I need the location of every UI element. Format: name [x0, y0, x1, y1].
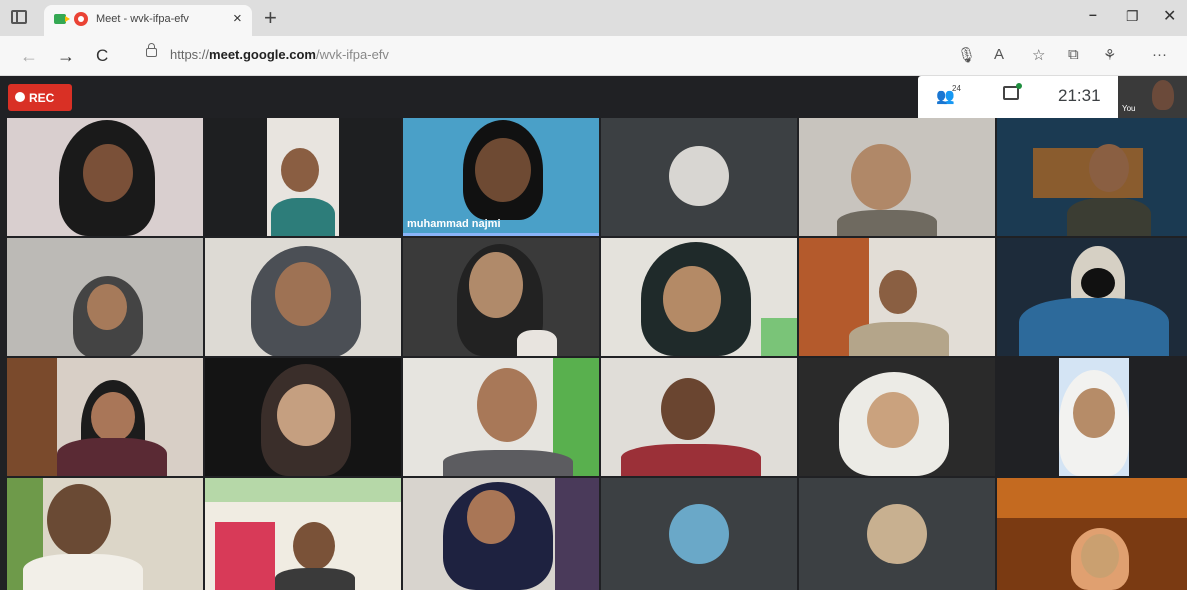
url-scheme: https:// [170, 47, 210, 62]
rec-label: REC [29, 91, 55, 105]
participant-tile[interactable] [205, 118, 401, 236]
participant-tile[interactable] [799, 358, 995, 476]
lock-icon[interactable] [146, 43, 157, 57]
url-path: /wvk-ifpa-efv [315, 47, 389, 62]
participant-count: 24 [952, 84, 961, 93]
active-speaker-name: muhammad najmi [407, 218, 501, 230]
participant-tile[interactable] [997, 118, 1187, 236]
participant-tile[interactable] [601, 358, 797, 476]
participant-tile[interactable] [205, 478, 401, 590]
back-button[interactable]: ← [20, 46, 38, 67]
more-icon[interactable]: ··· [1152, 46, 1167, 63]
participant-tile[interactable] [7, 238, 203, 356]
forward-button[interactable]: → [57, 46, 75, 67]
meeting-clock: 21:31 [1058, 86, 1101, 105]
participant-tile[interactable] [7, 358, 203, 476]
participant-tile[interactable] [997, 238, 1187, 356]
chat-icon[interactable] [1003, 83, 1022, 100]
tab-actions-icon[interactable] [11, 10, 27, 24]
browser-toolbar: ← → C https://meet.google.com/wvk-ifpa-e… [0, 36, 1187, 76]
url-domain: meet.google.com [209, 47, 316, 62]
participant-tile[interactable] [403, 478, 599, 590]
participant-tile[interactable] [205, 238, 401, 356]
participant-grid: muhammad najmi [7, 118, 1187, 590]
participant-tile[interactable] [997, 478, 1187, 590]
participant-tile[interactable] [601, 118, 797, 236]
tab-close-button[interactable]: × [233, 10, 242, 27]
participant-tile[interactable] [799, 478, 995, 590]
participant-tile[interactable] [403, 238, 599, 356]
browser-tab-strip: Meet - wvk-ifpa-efv × + – ❐ ✕ [0, 0, 1187, 36]
recording-tab-icon [74, 12, 88, 26]
extension-icon[interactable]: ⚘ [1103, 46, 1116, 64]
self-view-tile[interactable]: You [1118, 76, 1187, 118]
address-bar[interactable]: https://meet.google.com/wvk-ifpa-efv [170, 47, 389, 62]
participant-tile[interactable] [601, 478, 797, 590]
collections-icon[interactable]: ⧉ [1068, 46, 1079, 63]
read-aloud-icon[interactable]: A [994, 46, 1004, 63]
participant-tile[interactable] [799, 118, 995, 236]
tab-title: Meet - wvk-ifpa-efv [96, 13, 189, 25]
participant-avatar [867, 504, 927, 564]
meet-favicon-icon [54, 14, 70, 24]
participant-tile[interactable] [799, 238, 995, 356]
close-window-button[interactable]: ✕ [1163, 6, 1176, 26]
minimize-button[interactable]: – [1089, 6, 1097, 22]
participant-tile[interactable] [7, 118, 203, 236]
participant-tile-active-speaker[interactable]: muhammad najmi [403, 118, 599, 236]
new-tab-button[interactable]: + [264, 5, 277, 31]
self-video [1152, 80, 1174, 110]
meet-info-panel: 👥 24 21:31 [918, 76, 1118, 118]
reload-button[interactable]: C [96, 46, 108, 66]
participant-tile[interactable] [997, 358, 1187, 476]
favorites-icon[interactable]: ☆ [1032, 46, 1045, 64]
maximize-button[interactable]: ❐ [1126, 8, 1139, 25]
recording-dot-icon [15, 92, 25, 102]
participant-avatar [669, 504, 729, 564]
participant-tile[interactable] [403, 358, 599, 476]
participant-avatar [669, 146, 729, 206]
recording-indicator: REC [8, 84, 72, 111]
participant-tile[interactable] [205, 358, 401, 476]
tab-meet[interactable]: Meet - wvk-ifpa-efv × [44, 5, 252, 36]
participant-tile[interactable] [7, 478, 203, 590]
mic-icon[interactable]: 🎙 [957, 46, 976, 64]
self-label: You [1122, 104, 1136, 113]
active-speaker-indicator [403, 233, 599, 236]
participant-tile[interactable] [601, 238, 797, 356]
